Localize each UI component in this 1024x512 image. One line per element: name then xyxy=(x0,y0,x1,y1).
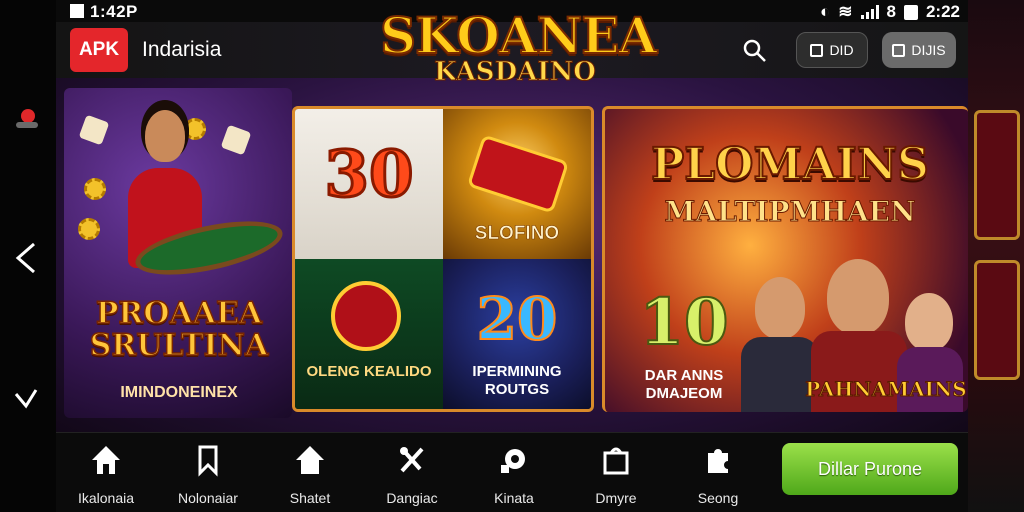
bag-icon xyxy=(603,447,629,475)
promo-right-title: PLOMAINS xyxy=(650,138,930,191)
roulette-icon xyxy=(331,281,401,351)
promo-cell-4-number: 20 xyxy=(476,284,559,354)
promo-grid-center: 30 SLOFINO OLENG KEALIDO 20 IPERMINING R… xyxy=(292,106,594,412)
back-icon[interactable] xyxy=(12,240,40,276)
chip-icon xyxy=(78,218,100,240)
dice-icon xyxy=(220,124,252,156)
promo-right-subtitle: MALTIPMHAEN xyxy=(664,195,916,229)
alarm-icon: ◐ xyxy=(819,2,831,21)
nav-item-6[interactable]: Dmyre xyxy=(568,443,664,506)
slot-machine-illustration xyxy=(974,110,1020,240)
puzzle-icon xyxy=(708,449,728,473)
promo-cell-1-number: 30 xyxy=(323,136,415,214)
status-time-left: 1:42P xyxy=(90,2,138,21)
cta-button[interactable]: Dillar Purone xyxy=(782,443,958,495)
nav-item-1[interactable]: Ikalonaia xyxy=(58,443,154,506)
promo-cell-4-caption: IPERMINING ROUTGS xyxy=(472,363,562,398)
promo-left-subtitle: IMINDONEINEX xyxy=(120,384,238,401)
record-icon[interactable] xyxy=(14,106,38,130)
home-icon xyxy=(92,446,120,474)
promo-cell-1[interactable]: 30 xyxy=(295,109,443,259)
header-button-2[interactable]: DIJIS xyxy=(882,32,956,68)
status-time-right: 2:22 xyxy=(925,2,960,21)
promo-left-title: PROAAEA SRULTINA xyxy=(89,296,269,363)
background-slot-machines xyxy=(968,0,1024,512)
promo-cell-4[interactable]: 20 IPERMINING ROUTGS xyxy=(443,259,591,409)
bag-icon xyxy=(892,43,906,57)
promo-cell-3-caption: OLENG KEALIDO xyxy=(306,363,432,380)
bag-icon xyxy=(810,43,824,57)
wifi-icon: ≋ xyxy=(838,2,853,21)
promo-right-caption: DAR ANNS DMAJEOM xyxy=(644,367,724,402)
tools-icon xyxy=(400,447,424,473)
search-icon[interactable] xyxy=(742,38,768,64)
app-logo: SKOANEA KASDAINO xyxy=(379,5,658,88)
promo-right-banner: PAHNAMAINS xyxy=(805,377,968,402)
region-title: Indarisia xyxy=(142,38,222,61)
collapse-icon[interactable] xyxy=(12,384,40,414)
header-button-1[interactable]: DID xyxy=(796,32,868,68)
signal-icon xyxy=(860,5,879,19)
chip-icon xyxy=(84,178,106,200)
nav-item-3[interactable]: Shatet xyxy=(262,443,358,506)
system-nav-rail xyxy=(0,0,56,512)
promo-area: PROAAEA SRULTINA IMINDONEINEX 30 SLOFINO… xyxy=(56,78,968,432)
house-icon xyxy=(296,446,324,474)
slot-machine-illustration xyxy=(974,260,1020,380)
promo-right-number: 10 xyxy=(638,284,729,361)
bottom-nav: Ikalonaia Nolonaiar Shatet Dangiac Kinat… xyxy=(56,432,968,512)
promo-cell-2-caption: SLOFINO xyxy=(474,223,560,245)
nav-item-5[interactable]: Kinata xyxy=(466,443,562,506)
promo-card-right[interactable]: PLOMAINS MALTIPMHAEN 10 DAR ANNS DMAJEOM… xyxy=(602,106,968,412)
sim-icon: 8 xyxy=(886,2,896,21)
promo-card-left[interactable]: PROAAEA SRULTINA IMINDONEINEX xyxy=(64,88,292,418)
bookmark-icon xyxy=(198,445,218,477)
nav-item-2[interactable]: Nolonaiar xyxy=(160,443,256,506)
promo-cell-3[interactable]: OLENG KEALIDO xyxy=(295,259,443,409)
ticket-icon xyxy=(466,134,570,214)
nav-item-4[interactable]: Dangiac xyxy=(364,443,460,506)
settings-icon xyxy=(501,449,525,473)
dice-icon xyxy=(78,114,110,146)
battery-icon xyxy=(903,4,918,20)
notification-icon xyxy=(70,4,84,18)
apk-badge[interactable]: APK xyxy=(70,28,128,72)
nav-item-7[interactable]: Seong xyxy=(670,443,766,506)
promo-cell-2[interactable]: SLOFINO xyxy=(443,109,591,259)
